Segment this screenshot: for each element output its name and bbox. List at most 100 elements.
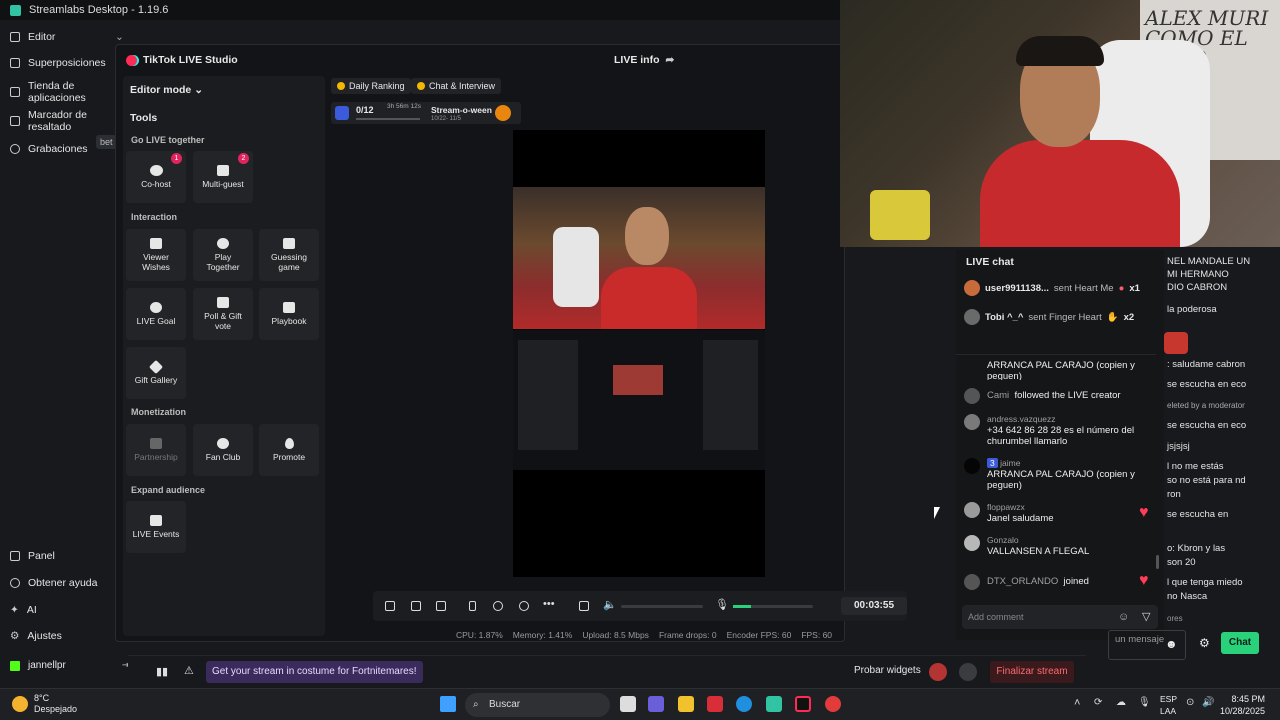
level-badge: 3 xyxy=(987,458,998,468)
magic-wand-icon[interactable] xyxy=(385,601,395,611)
nested-preview xyxy=(613,365,663,395)
sidebar-item-superposiciones[interactable]: Superposiciones xyxy=(10,57,106,69)
people-icon xyxy=(217,165,229,176)
partnership-tile[interactable]: Partnership xyxy=(126,424,186,476)
play-together-tile[interactable]: Play Together xyxy=(193,229,253,281)
cloud-icon[interactable]: ☁ xyxy=(1116,697,1126,708)
sidebar-item-marcador[interactable]: Marcador de resaltado xyxy=(10,109,96,133)
gear-icon[interactable]: ⚙ xyxy=(1199,636,1210,650)
live-info[interactable]: LIVE info ➦ xyxy=(614,54,674,66)
add-comment-input[interactable]: Add comment ☺ ▽ xyxy=(962,605,1158,629)
gift-action: sent Heart Me xyxy=(1053,282,1114,294)
layers-icon xyxy=(10,58,20,68)
edge-icon[interactable] xyxy=(736,696,752,712)
stats-icon[interactable]: ▮▮ xyxy=(156,665,168,678)
ranking-timer: 3h 56m 12s xyxy=(387,103,421,110)
event-ranking-bar[interactable]: 0/12 3h 56m 12s Stream-o-ween 10/22- 11/… xyxy=(331,102,521,124)
live-goal-tile[interactable]: LIVE Goal xyxy=(126,288,186,340)
multiguest-tile[interactable]: Multi-guest 2 xyxy=(193,151,253,203)
weather-icon xyxy=(12,696,28,712)
sidebar-item-ai[interactable]: ✦ AI xyxy=(10,604,37,616)
tile-label: LIVE Events xyxy=(132,529,180,539)
phone-icon[interactable] xyxy=(469,601,476,611)
chat-button[interactable]: Chat xyxy=(1221,632,1259,654)
viewer-wishes-tile[interactable]: Viewer Wishes xyxy=(126,229,186,281)
add-source-icon[interactable] xyxy=(411,601,421,611)
chat-line: no Nasca xyxy=(1167,591,1208,602)
task-view-icon[interactable] xyxy=(620,696,636,712)
system-clock[interactable]: 8:45 PM 10/28/2025 xyxy=(1220,693,1265,717)
microphone-icon[interactable]: 🎙 xyxy=(715,598,729,611)
chat-scrollbar[interactable] xyxy=(1156,555,1159,569)
guessing-game-tile[interactable]: Guessing game xyxy=(259,229,319,281)
filter-icon[interactable]: ▽ xyxy=(1142,605,1150,629)
editor-mode-dropdown[interactable]: Editor mode ⌄ xyxy=(130,84,203,96)
rec-indicator-icon[interactable] xyxy=(929,663,947,681)
record-icon[interactable] xyxy=(493,601,503,611)
live-events-tile[interactable]: LIVE Events xyxy=(126,501,186,553)
promo-banner[interactable]: Get your stream in costume for Fortnitem… xyxy=(206,661,423,683)
share-icon[interactable]: ➦ xyxy=(666,54,675,66)
file-explorer-icon[interactable] xyxy=(678,696,694,712)
sidebar-item-grabaciones[interactable]: Grabaciones xyxy=(10,143,88,155)
sidebar-item-ajustes[interactable]: ⚙ Ajustes xyxy=(10,630,62,642)
sidebar-item-editor[interactable]: Editor ⌄ xyxy=(10,31,124,43)
mic-slider[interactable] xyxy=(733,605,813,608)
layout-icon[interactable] xyxy=(436,601,446,611)
weather-widget[interactable]: 8°C Despejado xyxy=(12,693,77,715)
alert-icon[interactable]: ⚠ xyxy=(184,664,194,677)
sync-icon[interactable]: ⟳ xyxy=(1094,697,1102,708)
test-widgets-button[interactable]: Probar widgets xyxy=(854,665,921,676)
trophy-icon xyxy=(337,82,345,90)
microphone-icon[interactable]: 🎙 xyxy=(1138,697,1151,708)
chat-message: andress.vazquezz +34 642 86 28 28 es el … xyxy=(964,414,1149,450)
cohost-tile[interactable]: Co-host 1 xyxy=(126,151,186,203)
chip-label: Daily Ranking xyxy=(349,81,405,91)
language-indicator[interactable]: ESP LAA xyxy=(1160,693,1177,717)
network-icon[interactable]: ⊙ xyxy=(1186,697,1194,708)
camera-switch-icon[interactable] xyxy=(519,601,529,611)
streamlabs-icon[interactable] xyxy=(766,696,782,712)
chevron-up-icon[interactable]: ˄ xyxy=(1074,697,1080,709)
replay-icon[interactable] xyxy=(959,663,977,681)
chat-interview-chip[interactable]: Chat & Interview xyxy=(411,78,502,94)
more-icon[interactable]: ••• xyxy=(543,598,555,610)
tile-label: Guessing game xyxy=(271,252,307,272)
people-icon xyxy=(150,238,162,249)
taskbar-search[interactable]: ⌕ Buscar xyxy=(465,693,610,717)
user-row[interactable]: jannellpr ⇥ xyxy=(10,660,130,671)
volume-slider[interactable] xyxy=(621,605,703,608)
sidebar-item-tienda[interactable]: Tienda de aplicaciones xyxy=(10,80,100,104)
fan-club-tile[interactable]: Fan Club xyxy=(193,424,253,476)
avatar xyxy=(964,414,980,430)
emoji-icon[interactable]: ☻ xyxy=(1165,637,1178,651)
daily-ranking-chip[interactable]: Daily Ranking xyxy=(331,78,411,94)
gift-gallery-tile[interactable]: Gift Gallery xyxy=(126,347,186,399)
book-icon xyxy=(283,302,295,313)
highlighter-icon xyxy=(10,116,20,126)
app-icon[interactable] xyxy=(825,696,841,712)
sidebar-item-label: Editor xyxy=(28,31,56,43)
volume-icon[interactable]: 🔊 xyxy=(1202,697,1214,708)
end-stream-button[interactable]: Finalizar stream xyxy=(990,661,1074,683)
mcafee-icon[interactable] xyxy=(707,696,723,712)
emoji-icon[interactable]: ☺ xyxy=(1118,605,1129,629)
poll-gift-vote-tile[interactable]: Poll & Gift vote xyxy=(193,288,253,340)
emote-icon xyxy=(1164,332,1188,354)
tools-title: Tools xyxy=(130,112,158,124)
sidebar-item-ayuda[interactable]: Obtener ayuda xyxy=(10,577,97,589)
nested-tools xyxy=(518,340,578,450)
speaker-icon[interactable]: 🔈 xyxy=(603,598,617,611)
sliders-icon[interactable] xyxy=(579,601,589,611)
stream-preview[interactable] xyxy=(513,130,765,577)
sidebar-item-panel[interactable]: Panel xyxy=(10,550,55,562)
windows-start-icon[interactable] xyxy=(440,696,456,712)
app-title: Streamlabs Desktop - 1.19.6 xyxy=(29,4,169,16)
promote-tile[interactable]: Promote xyxy=(259,424,319,476)
avatar xyxy=(964,458,980,474)
chevron-down-icon[interactable]: ⌄ xyxy=(115,31,124,43)
playbook-tile[interactable]: Playbook xyxy=(259,288,319,340)
tile-label: Viewer Wishes xyxy=(142,252,170,272)
copilot-icon[interactable] xyxy=(648,696,664,712)
tiktok-icon[interactable] xyxy=(795,696,811,712)
